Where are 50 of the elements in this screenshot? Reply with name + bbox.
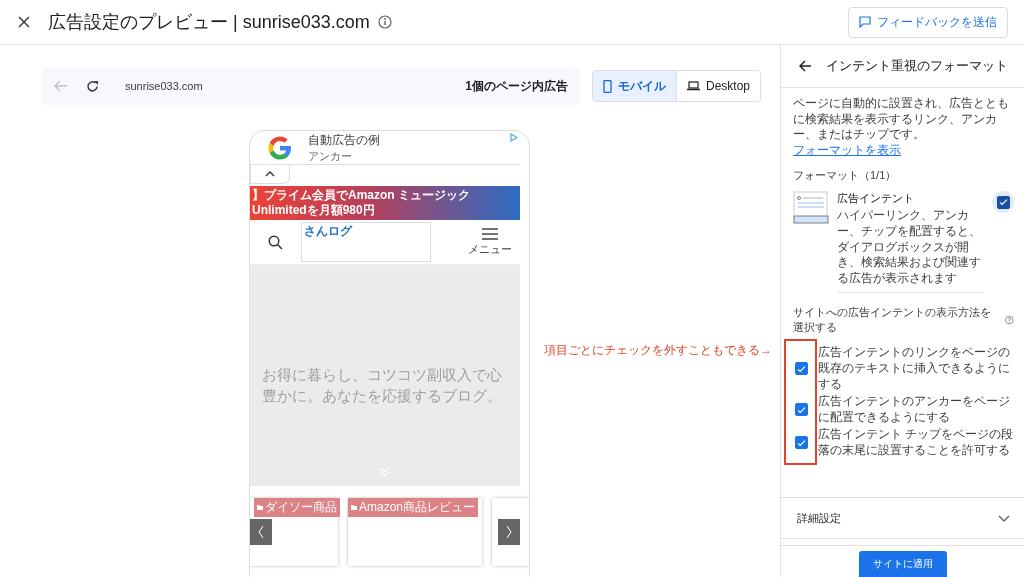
folder-icon [257, 505, 263, 510]
phone-icon [603, 79, 612, 93]
option-label: 広告インテントのアンカーをページに配置できるようにする [818, 394, 1011, 426]
checkbox[interactable] [795, 362, 808, 376]
option-label: 広告インテントのリンクをページの既存のテキストに挿入できるようにする [818, 345, 1011, 393]
play-triangle-icon[interactable] [510, 133, 518, 142]
section-heading: フォーマット（1/1） [793, 168, 898, 184]
advanced-settings-label: 詳細設定 [797, 510, 841, 526]
search-icon[interactable] [268, 234, 283, 250]
menu-button[interactable]: メニュー [468, 227, 512, 257]
help-icon[interactable] [1005, 315, 1014, 326]
checkbox[interactable] [996, 195, 1010, 209]
page-title: 広告設定のプレビュー | sunrise033.com [48, 11, 370, 34]
hero-tagline: お得に暮らし、コツコツ副収入で心豊かに。あなたを応援するブログ。 [261, 364, 503, 407]
feedback-icon [859, 16, 871, 28]
format-preview-icon [793, 191, 829, 226]
option-label: 広告インテント チップをページの段落の末尾に設置することを許可する [818, 427, 1014, 459]
checkbox[interactable] [795, 436, 808, 450]
close-icon[interactable] [18, 16, 30, 28]
back-arrow-icon[interactable] [799, 60, 812, 72]
annotation-text: 項目ごとにチェックを外すこともできる→ [544, 342, 772, 359]
promo-banner[interactable]: 】プライム会員でAmazon ミュージック Unlimitedを月額980円 [250, 186, 520, 220]
ad-count: 1個のページ内広告 [465, 77, 568, 95]
advanced-settings-row[interactable]: 詳細設定 [781, 497, 1024, 539]
info-icon[interactable] [377, 15, 392, 29]
description-text: ページに自動的に設置され、広告とともに検索結果を表示するリンク、アンカー、またはチップです。 フォーマットを表示 [793, 96, 1010, 159]
section-heading: サイトへの広告インテントの表示方法を選択する [793, 305, 992, 336]
chevron-up-icon [265, 171, 275, 177]
apply-button[interactable]: サイトに適用 [858, 551, 947, 577]
post-card[interactable]: ダイソー商品 [250, 498, 338, 566]
site-logo[interactable]: さんログ [301, 222, 431, 262]
category-tag: Amazon商品レビュー [347, 498, 478, 517]
checkbox[interactable] [795, 403, 808, 417]
url-text: sunrise033.com [125, 80, 204, 92]
post-card[interactable]: Amazon商品レビュー [348, 498, 482, 566]
folder-icon [350, 505, 357, 510]
collapse-tab[interactable] [250, 165, 290, 184]
laptop-icon [687, 81, 700, 91]
format-title: 広告インテント [837, 191, 915, 207]
ad-subtitle: アンカー [308, 148, 353, 164]
device-tab[interactable]: Desktop [676, 71, 761, 101]
panel-title: インテント重視のフォーマット [826, 57, 1008, 75]
format-link[interactable]: フォーマットを表示 [793, 142, 901, 157]
format-description: ハイパーリンク、アンカー、チップを配置すると、ダイアログボックスが開き、検索結果および関連する広告が表示されます [837, 208, 984, 294]
category-tag: ダイソー商品 [254, 498, 340, 517]
device-tab[interactable]: モバイル [593, 71, 676, 101]
menu-icon [482, 227, 498, 240]
reload-icon[interactable] [86, 79, 99, 93]
ad-title: 自動広告の例 [308, 131, 380, 149]
feedback-button[interactable]: フィードバックを送信 [848, 6, 1008, 38]
